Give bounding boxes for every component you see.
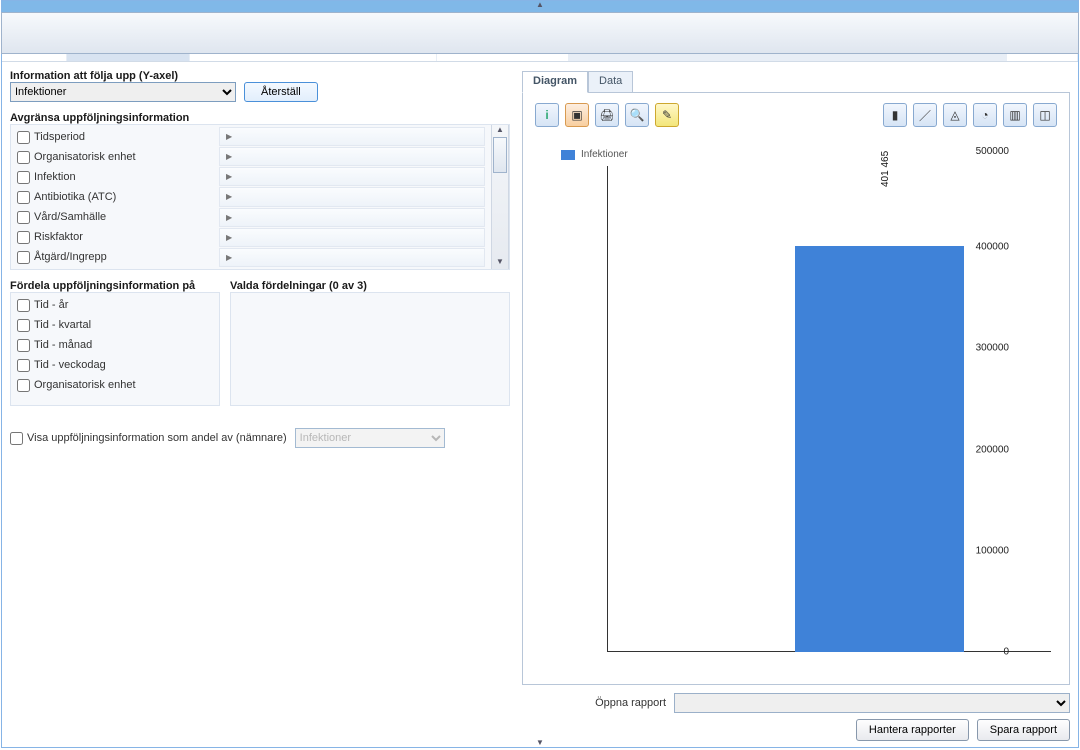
filter-tidsperiod[interactable]: Tidsperiod bbox=[17, 127, 207, 147]
area-chart-icon[interactable]: ◬ bbox=[943, 103, 967, 127]
filters-scrollbar[interactable]: ▲ ▼ bbox=[491, 125, 509, 269]
filter-value-row[interactable]: ▶ bbox=[219, 208, 485, 227]
chevron-right-icon: ▶ bbox=[226, 132, 232, 141]
selected-dist-list bbox=[231, 293, 509, 405]
scroll-down-icon: ▼ bbox=[0, 738, 1080, 750]
share-checkbox[interactable]: Visa uppföljningsinformation som andel a… bbox=[10, 428, 287, 448]
filter-riskfaktor[interactable]: Riskfaktor bbox=[17, 227, 207, 247]
data-bar bbox=[795, 246, 964, 652]
chevron-right-icon: ▶ bbox=[226, 152, 232, 161]
scrollbar-thumb[interactable] bbox=[1, 12, 1079, 54]
filter-atgard-ingrepp[interactable]: Åtgärd/Ingrepp bbox=[17, 247, 207, 267]
selected-dist-header: Valda fördelningar (0 av 3) bbox=[230, 280, 510, 292]
yaxis-select[interactable]: Infektioner bbox=[10, 82, 236, 102]
y-tick: 200000 bbox=[959, 444, 1009, 455]
filter-value-row[interactable]: ▶ bbox=[219, 167, 485, 186]
print-icon[interactable]: 🖨 bbox=[595, 103, 619, 127]
filter-infektion[interactable]: Infektion bbox=[17, 167, 207, 187]
y-tick: 400000 bbox=[959, 242, 1009, 253]
chart-area: Infektioner 0 100000 200000 300000 40000… bbox=[535, 131, 1057, 672]
chevron-right-icon: ▶ bbox=[226, 213, 232, 222]
filter-antibiotika[interactable]: Antibiotika (ATC) bbox=[17, 187, 207, 207]
dist-tid-veckodag[interactable]: Tid - veckodag bbox=[17, 355, 213, 375]
y-tick: 500000 bbox=[959, 146, 1009, 157]
yaxis-label: Information att följa upp (Y-axel) bbox=[10, 70, 510, 82]
y-tick: 0 bbox=[959, 647, 1009, 658]
dist-tid-kvartal[interactable]: Tid - kvartal bbox=[17, 315, 213, 335]
chevron-right-icon: ▶ bbox=[226, 233, 232, 242]
dist-tid-ar[interactable]: Tid - år bbox=[17, 295, 213, 315]
scroll-up-icon: ▲ bbox=[0, 0, 1080, 12]
chevron-right-icon: ▶ bbox=[226, 172, 232, 181]
distribution-header: Fördela uppföljningsinformation på bbox=[10, 280, 220, 292]
presentation-icon[interactable]: ▣ bbox=[565, 103, 589, 127]
filter-value-row[interactable]: ▶ bbox=[219, 127, 485, 146]
y-tick: 300000 bbox=[959, 343, 1009, 354]
dist-org-enhet[interactable]: Organisatorisk enhet bbox=[17, 375, 213, 395]
reset-button[interactable]: Återställ bbox=[244, 82, 318, 102]
pie-chart-icon[interactable]: ◔ bbox=[973, 103, 997, 127]
share-section: Visa uppföljningsinformation som andel a… bbox=[10, 428, 510, 448]
open-report-label: Öppna rapport bbox=[595, 697, 666, 709]
y-tick: 100000 bbox=[959, 545, 1009, 556]
chevron-right-icon: ▶ bbox=[226, 192, 232, 201]
content-body: Information att följa upp (Y-axel) Infek… bbox=[2, 62, 1078, 747]
tab-data[interactable]: Data bbox=[588, 71, 633, 93]
filters-header: Avgränsa uppföljningsinformation bbox=[10, 112, 510, 124]
info-icon[interactable]: i bbox=[535, 103, 559, 127]
filter-values: ▶ ▶ ▶ ▶ ▶ ▶ ▶ bbox=[213, 125, 491, 269]
tab-diagram[interactable]: Diagram bbox=[522, 71, 588, 93]
filter-value-row[interactable]: ▶ bbox=[219, 248, 485, 267]
filter-value-row[interactable]: ▶ bbox=[219, 228, 485, 247]
open-report-select[interactable] bbox=[674, 693, 1070, 713]
chart-panel-wrapper: Diagram Data i ▣ 🖨 🔍 ✎ ▮ ／ ◬ ◔ ▥ ◫ bbox=[522, 70, 1070, 747]
filter-value-row[interactable]: ▶ bbox=[219, 147, 485, 166]
split-chart-icon[interactable]: ◫ bbox=[1033, 103, 1057, 127]
line-chart-icon[interactable]: ／ bbox=[913, 103, 937, 127]
chart-panel: i ▣ 🖨 🔍 ✎ ▮ ／ ◬ ◔ ▥ ◫ Infektione bbox=[522, 92, 1070, 685]
scroll-down-icon: ▼ bbox=[492, 257, 508, 269]
scrollbar-thumb[interactable] bbox=[493, 137, 507, 173]
controls-panel: Information att följa upp (Y-axel) Infek… bbox=[10, 70, 510, 747]
chart-plot: 0 100000 200000 300000 400000 500000 401… bbox=[561, 166, 1057, 672]
zoom-in-icon[interactable]: 🔍 bbox=[625, 103, 649, 127]
filter-value-row[interactable]: ▶ bbox=[219, 187, 485, 206]
legend-swatch bbox=[561, 150, 575, 160]
share-select: Infektioner bbox=[295, 428, 445, 448]
filter-vard-samhalle[interactable]: Vård/Samhälle bbox=[17, 207, 207, 227]
chart-toolbar: i ▣ 🖨 🔍 ✎ ▮ ／ ◬ ◔ ▥ ◫ bbox=[535, 103, 1057, 127]
legend-label: Infektioner bbox=[581, 149, 628, 160]
distribution-section: Fördela uppföljningsinformation på Tid -… bbox=[10, 280, 510, 406]
filters-section: Avgränsa uppföljningsinformation Tidsper… bbox=[10, 112, 510, 270]
chevron-right-icon: ▶ bbox=[226, 253, 232, 262]
edit-note-icon[interactable]: ✎ bbox=[655, 103, 679, 127]
histogram-icon[interactable]: ▥ bbox=[1003, 103, 1027, 127]
app-window: Infektionsverktyget demo START SKAPA RAP… bbox=[1, 0, 1079, 748]
chart-tabs: Diagram Data bbox=[522, 70, 1070, 92]
scroll-up-icon: ▲ bbox=[492, 125, 508, 137]
filter-org-enhet[interactable]: Organisatorisk enhet bbox=[17, 147, 207, 167]
dist-tid-manad[interactable]: Tid - månad bbox=[17, 335, 213, 355]
yaxis-section: Information att följa upp (Y-axel) Infek… bbox=[10, 70, 510, 102]
bar-chart-icon[interactable]: ▮ bbox=[883, 103, 907, 127]
y-axis bbox=[561, 166, 608, 652]
filter-names: Tidsperiod Organisatorisk enhet Infektio… bbox=[11, 125, 213, 269]
bar-value-label: 401 465 bbox=[880, 151, 891, 187]
